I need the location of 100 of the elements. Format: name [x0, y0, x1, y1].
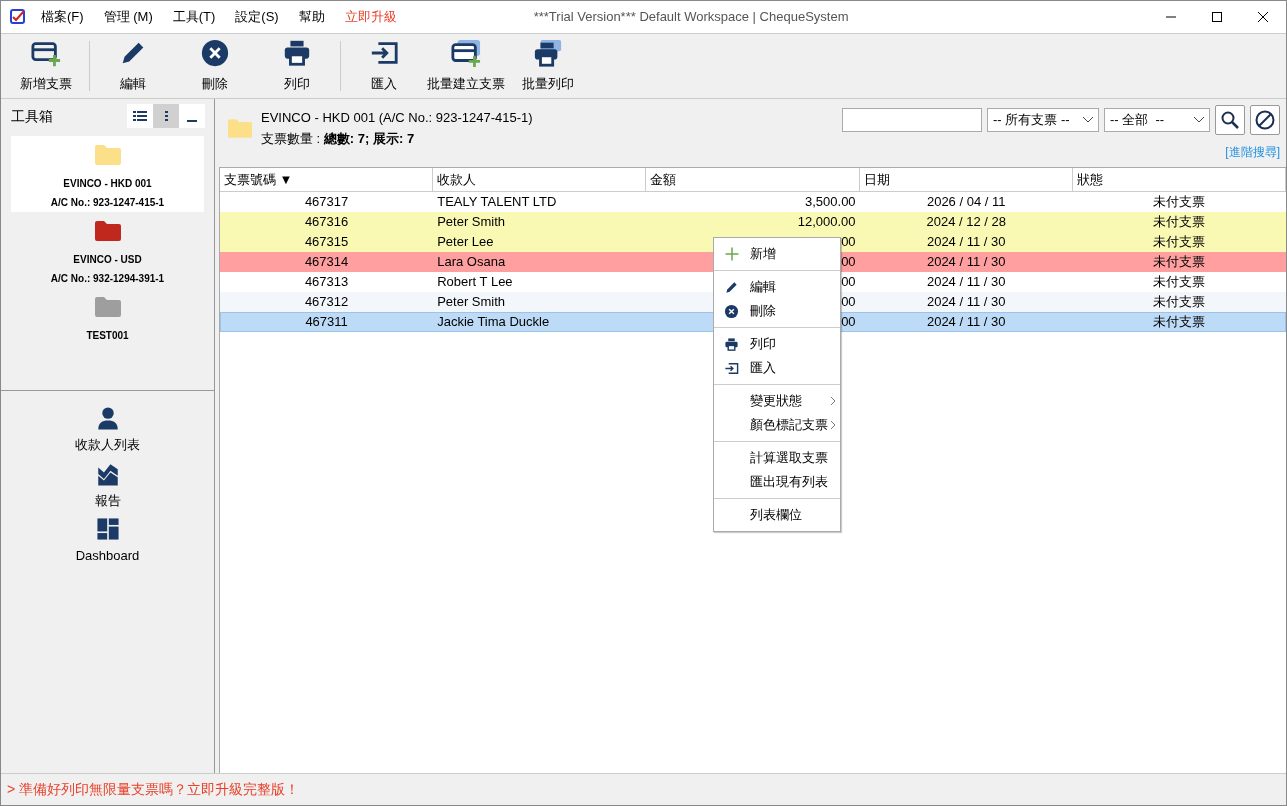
account-card[interactable]: TEST001 [11, 288, 204, 364]
compact-view-button[interactable] [153, 104, 179, 128]
table-cell-text: Robert T Lee [437, 273, 513, 292]
table-cell-text: 467317 [304, 193, 349, 212]
menu-item[interactable]: 設定(S) [235, 7, 279, 27]
table-cell-text: 00 [841, 253, 856, 272]
table-cell-text: 00 [841, 293, 856, 312]
printers-icon [533, 38, 563, 69]
table-cell-text: 2026 / 04 / 11 [926, 193, 1006, 212]
nav-item[interactable]: 收款人列表 [27, 405, 188, 455]
folder-icon [227, 117, 253, 139]
table-cell-text: TEALY TALENT LTD [437, 193, 557, 212]
table-cell-text: 未付支票 [1153, 233, 1206, 252]
toolbar-button[interactable]: 批量建立支票 [425, 35, 507, 97]
close-icon [200, 38, 230, 69]
toolbar-button[interactable]: 編輯 [92, 35, 174, 97]
menu-item[interactable]: 管理 (M) [103, 7, 153, 27]
printer-icon [282, 38, 312, 69]
chevron-right-icon [830, 420, 836, 430]
account-card[interactable]: EVINCO - HKD 001 A/C No.: 923-1247-415-1 [11, 136, 204, 212]
chevron-right-icon [830, 396, 836, 406]
close-icon [724, 303, 739, 319]
window-title: ***Trial Version*** Default Workspace | ChequeSystem [533, 8, 849, 27]
context-menu-item[interactable]: 列表欄位 [714, 503, 840, 527]
clear-button[interactable] [1250, 105, 1280, 135]
table-cell-text: 未付支票 [1153, 213, 1206, 232]
plus-icon [724, 246, 740, 262]
account-name: TEST001 [86, 329, 129, 343]
table-cell-text: 2024 / 12 / 28 [926, 213, 1006, 232]
table-cell-text: 未付支票 [1153, 193, 1206, 212]
table-cell-text: 00 [841, 233, 856, 252]
table-cell-text: Jackie Tima Duckle [437, 313, 550, 332]
toolbox-title: 工具箱 [11, 106, 53, 126]
nav-item[interactable]: 報告 [27, 460, 188, 510]
column-header[interactable]: 日期 [859, 168, 1073, 191]
table-cell-text: 2024 / 11 / 30 [926, 313, 1006, 332]
context-menu-item[interactable]: 變更狀態 [714, 389, 840, 413]
account-name: EVINCO - USD [73, 253, 142, 267]
context-menu-item[interactable]: 列印 [714, 332, 840, 356]
context-menu-item[interactable]: 匯出現有列表 [714, 470, 840, 494]
context-menu-item[interactable]: 匯入 [714, 356, 840, 380]
upgrade-message[interactable]: > 準備好列印無限量支票嗎？立即升級完整版！ [7, 779, 300, 800]
context-menu-item[interactable]: 刪除 [714, 299, 840, 323]
account-number: A/C No.: 923-1247-415-1 [50, 196, 165, 210]
app-logo-icon [10, 9, 26, 25]
minimize-icon [187, 120, 197, 122]
upgrade-link[interactable]: 立即升級 [344, 7, 397, 27]
column-header[interactable]: 收款人 [433, 168, 647, 191]
table-cell-text: Peter Smith [437, 293, 506, 312]
table-cell-text: 3,500.00 [805, 193, 856, 212]
table-cell-text: 未付支票 [1153, 273, 1206, 292]
table-cell-text: 未付支票 [1153, 313, 1206, 332]
printer-icon [724, 336, 739, 352]
table-cell-text: Peter Smith [437, 213, 506, 232]
nav-item[interactable]: Dashboard [27, 516, 188, 566]
account-title: EVINCO - HKD 001 (A/C No.: 923-1247-415-1) [261, 108, 533, 127]
table-row[interactable]: 467316 Peter Smith 12,000.00 2024 / 12 / 28 未付支票 [220, 212, 1286, 232]
search-field[interactable] [842, 108, 982, 132]
context-menu-item[interactable]: 計算選取支票 [714, 446, 840, 470]
table-cell-text: Lara Osana [437, 253, 506, 272]
toolbar-button[interactable]: 匯入 [343, 35, 425, 97]
dashboard-icon [94, 516, 121, 542]
cards-plus-icon [451, 38, 481, 69]
menu-item[interactable]: 工具(T) [172, 7, 216, 27]
table-cell-text: 2024 / 11 / 30 [926, 273, 1006, 292]
table-cell-text: 未付支票 [1153, 253, 1206, 272]
toolbar-button[interactable]: 列印 [256, 35, 338, 97]
import-icon [724, 360, 739, 376]
toolbar-button[interactable]: 批量列印 [507, 35, 589, 97]
filter-dropdown[interactable]: -- 全部 -- [1104, 108, 1210, 132]
filter-dropdown[interactable]: -- 所有支票 -- [987, 108, 1099, 132]
context-menu-item[interactable]: 顏色標記支票 [714, 413, 840, 437]
search-button[interactable] [1215, 105, 1245, 135]
table-cell-text: 未付支票 [1153, 293, 1206, 312]
column-header[interactable]: 狀態 [1072, 168, 1286, 191]
column-header[interactable]: 支票號碼 ▼ [220, 168, 434, 191]
maximize-icon [1212, 12, 1222, 22]
account-number: A/C No.: 932-1294-391-1 [50, 272, 165, 286]
close-icon [1258, 12, 1268, 22]
account-card[interactable]: EVINCO - USD A/C No.: 932-1294-391-1 [11, 212, 204, 288]
table-cell-text: 467313 [304, 273, 349, 292]
dots-icon [164, 111, 168, 121]
table-cell-text: 2024 / 11 / 30 [926, 253, 1006, 272]
block-icon [1255, 110, 1275, 130]
menu-item[interactable]: 檔案(F) [41, 7, 84, 27]
table-cell-text: 467315 [304, 233, 349, 252]
table-cell-text: 467311 [305, 313, 348, 332]
column-header[interactable]: 金額 [646, 168, 860, 191]
account-name: EVINCO - HKD 001 [63, 177, 152, 191]
menu-item[interactable]: 幫助 [298, 7, 325, 27]
chevron-down-icon [1083, 117, 1093, 123]
search-icon [1221, 111, 1239, 129]
table-cell-text: 467314 [304, 253, 349, 272]
table-cell-text: 2024 / 11 / 30 [926, 233, 1006, 252]
cheque-count: 支票數量 : 總數: 7; 展示: 7 [261, 130, 416, 148]
table-cell-text: 2024 / 11 / 30 [926, 293, 1006, 312]
table-cell-text: 00 [841, 273, 856, 292]
context-menu-item[interactable]: 編輯 [714, 275, 840, 299]
toolbar-button[interactable]: 刪除 [174, 35, 256, 97]
toolbar-button[interactable]: 新增支票 [5, 35, 87, 97]
